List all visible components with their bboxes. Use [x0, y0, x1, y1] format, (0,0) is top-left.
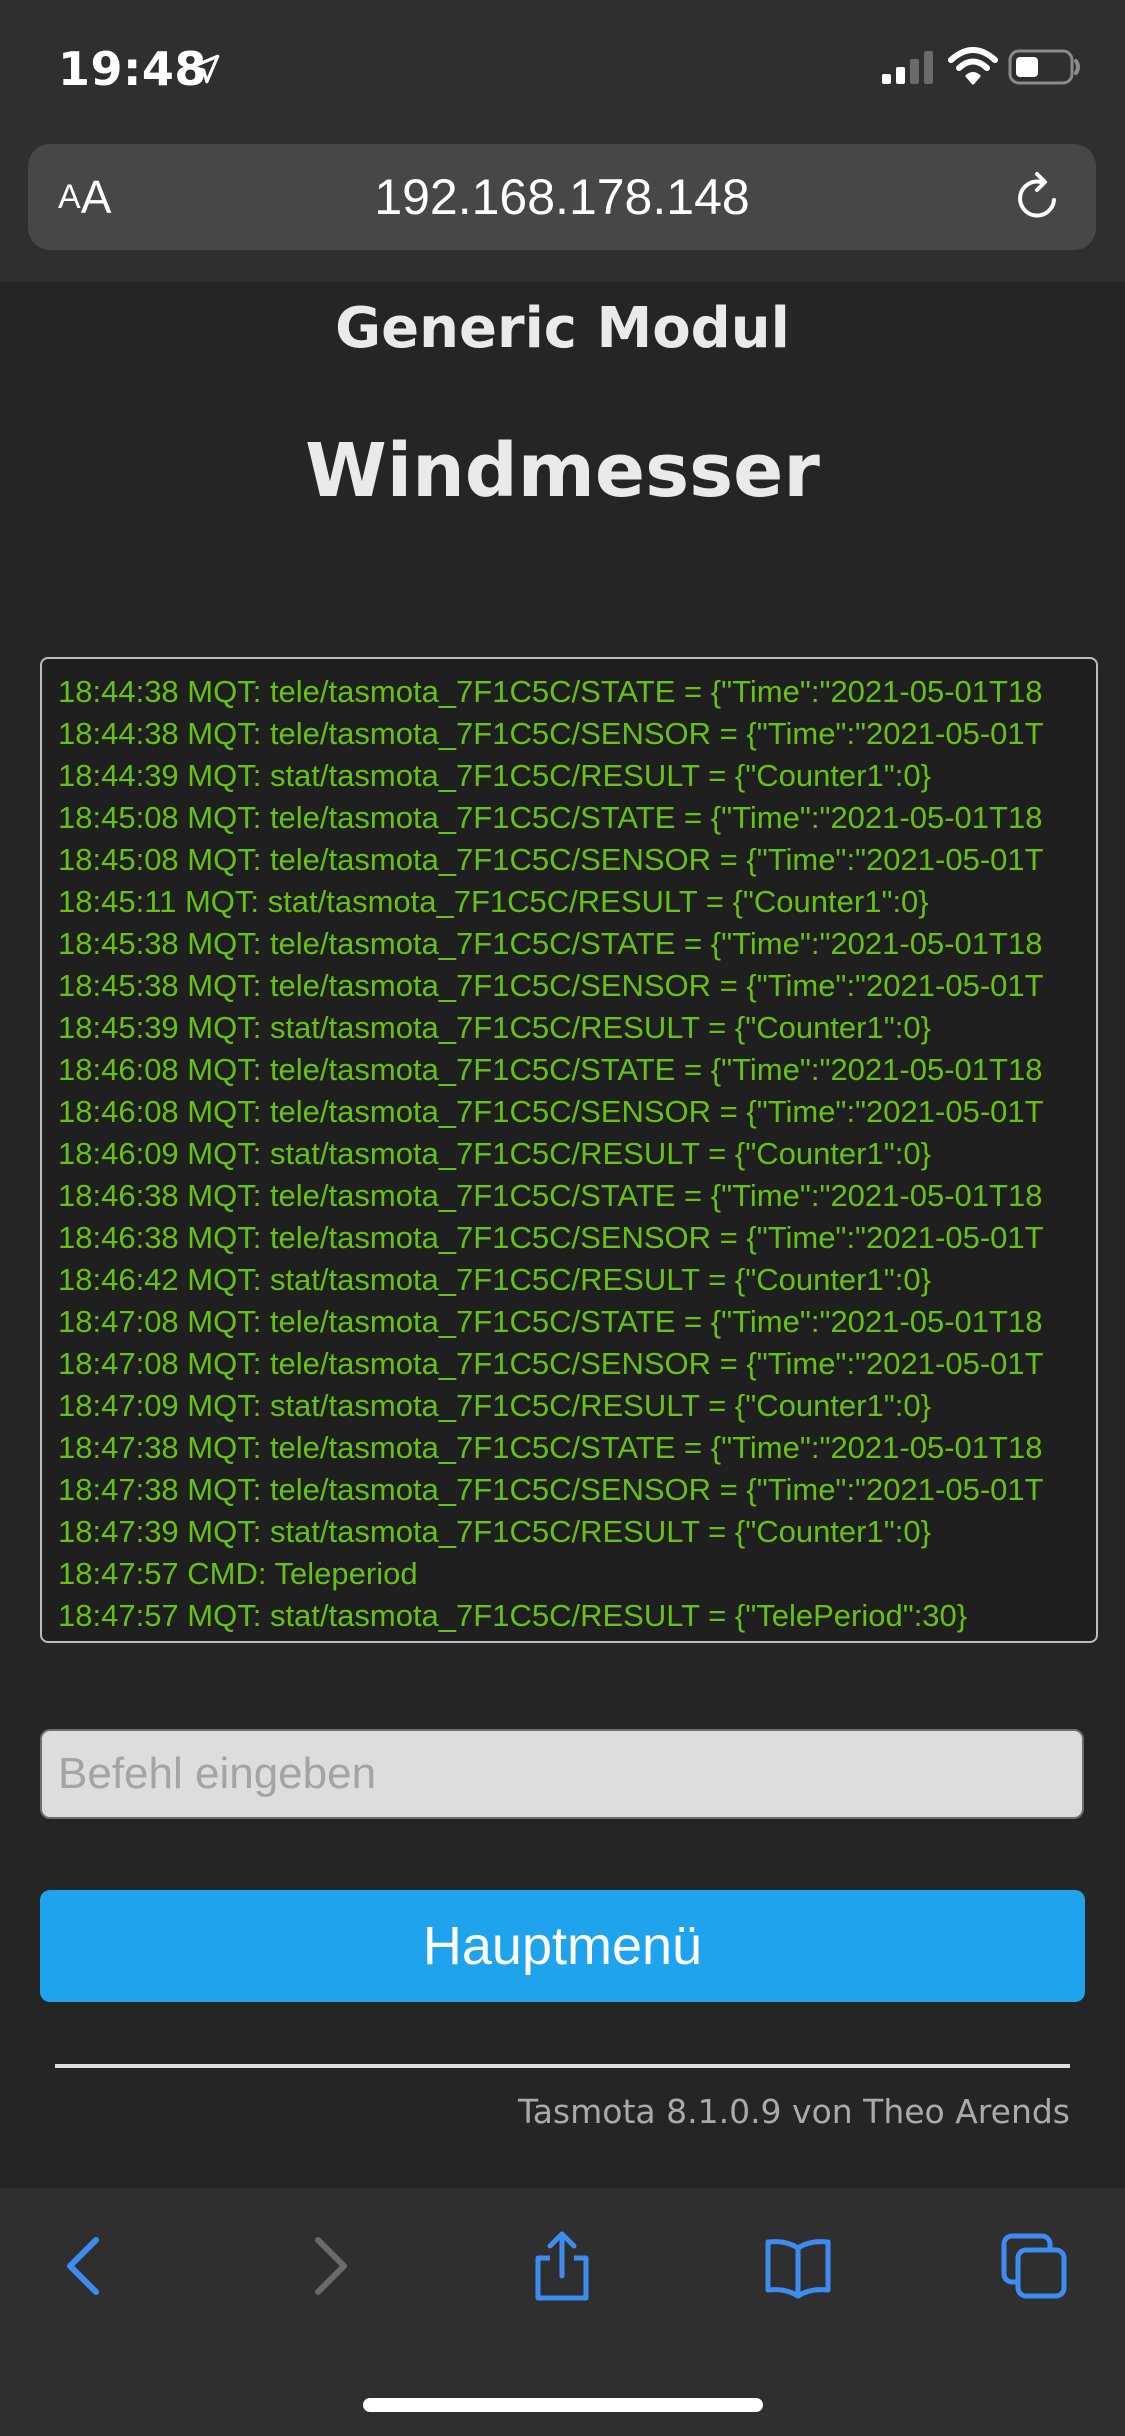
log-line: 18:46:38 MQT: tele/tasmota_7F1C5C/SENSOR…	[58, 1220, 1044, 1255]
forward-icon	[315, 2237, 347, 2295]
log-line: 18:47:08 MQT: tele/tasmota_7F1C5C/SENSOR…	[58, 1346, 1044, 1381]
log-line: 18:46:08 MQT: tele/tasmota_7F1C5C/SENSOR…	[58, 1094, 1044, 1129]
cellular-signal-icon	[882, 51, 933, 84]
console-lines: 18:44:38 MQT: tele/tasmota_7F1C5C/STATE …	[58, 671, 1096, 1637]
tabs-icon[interactable]	[998, 2230, 1070, 2302]
log-line: 18:46:09 MQT: stat/tasmota_7F1C5C/RESULT…	[58, 1136, 931, 1171]
status-time: 19:48	[58, 42, 207, 96]
log-line: 18:47:08 MQT: tele/tasmota_7F1C5C/STATE …	[58, 1304, 1043, 1339]
share-icon[interactable]	[526, 2230, 598, 2302]
log-line: 18:47:38 MQT: tele/tasmota_7F1C5C/STATE …	[58, 1430, 1043, 1465]
log-line: 18:47:57 CMD: Teleperiod	[58, 1556, 418, 1591]
footer-divider	[55, 2064, 1070, 2068]
main-menu-button[interactable]: Hauptmenü	[40, 1890, 1085, 2002]
back-icon[interactable]	[50, 2230, 122, 2302]
wifi-icon	[948, 47, 998, 85]
home-indicator[interactable]	[363, 2398, 763, 2412]
console-log[interactable]: 18:44:38 MQT: tele/tasmota_7F1C5C/STATE …	[40, 657, 1098, 1643]
url-text[interactable]: 192.168.178.148	[28, 144, 1096, 250]
battery-icon	[1008, 49, 1080, 85]
log-line: 18:47:39 MQT: stat/tasmota_7F1C5C/RESULT…	[58, 1514, 931, 1549]
log-line: 18:46:42 MQT: stat/tasmota_7F1C5C/RESULT…	[58, 1262, 931, 1297]
device-title: Windmesser	[305, 428, 820, 514]
log-line: 18:44:39 MQT: stat/tasmota_7F1C5C/RESULT…	[58, 758, 931, 793]
log-line: 18:46:38 MQT: tele/tasmota_7F1C5C/STATE …	[58, 1178, 1043, 1213]
bookmarks-icon[interactable]	[762, 2230, 834, 2302]
module-title: Generic Modul	[335, 296, 790, 361]
log-line: 18:45:38 MQT: tele/tasmota_7F1C5C/STATE …	[58, 926, 1043, 961]
reload-icon[interactable]	[1010, 170, 1066, 226]
command-input[interactable]	[40, 1729, 1084, 1819]
log-line: 18:46:08 MQT: tele/tasmota_7F1C5C/STATE …	[58, 1052, 1043, 1087]
log-line: 18:45:08 MQT: tele/tasmota_7F1C5C/STATE …	[58, 800, 1043, 835]
log-line: 18:47:38 MQT: tele/tasmota_7F1C5C/SENSOR…	[58, 1472, 1044, 1507]
address-bar[interactable]: AA 192.168.178.148	[28, 144, 1096, 250]
location-arrow-icon	[190, 54, 220, 84]
log-line: 18:47:57 MQT: stat/tasmota_7F1C5C/RESULT…	[58, 1598, 968, 1633]
log-line: 18:45:39 MQT: stat/tasmota_7F1C5C/RESULT…	[58, 1010, 931, 1045]
log-line: 18:45:38 MQT: tele/tasmota_7F1C5C/SENSOR…	[58, 968, 1044, 1003]
footer-credit: Tasmota 8.1.0.9 von Theo Arends	[518, 2092, 1070, 2131]
status-bar: 19:48	[0, 0, 1125, 140]
log-line: 18:44:38 MQT: tele/tasmota_7F1C5C/SENSOR…	[58, 716, 1044, 751]
log-line: 18:47:09 MQT: stat/tasmota_7F1C5C/RESULT…	[58, 1388, 931, 1423]
browser-address-area: AA 192.168.178.148	[0, 140, 1125, 282]
log-line: 18:45:11 MQT: stat/tasmota_7F1C5C/RESULT…	[58, 884, 929, 919]
log-line: 18:44:38 MQT: tele/tasmota_7F1C5C/STATE …	[58, 674, 1043, 709]
log-line: 18:45:08 MQT: tele/tasmota_7F1C5C/SENSOR…	[58, 842, 1044, 877]
